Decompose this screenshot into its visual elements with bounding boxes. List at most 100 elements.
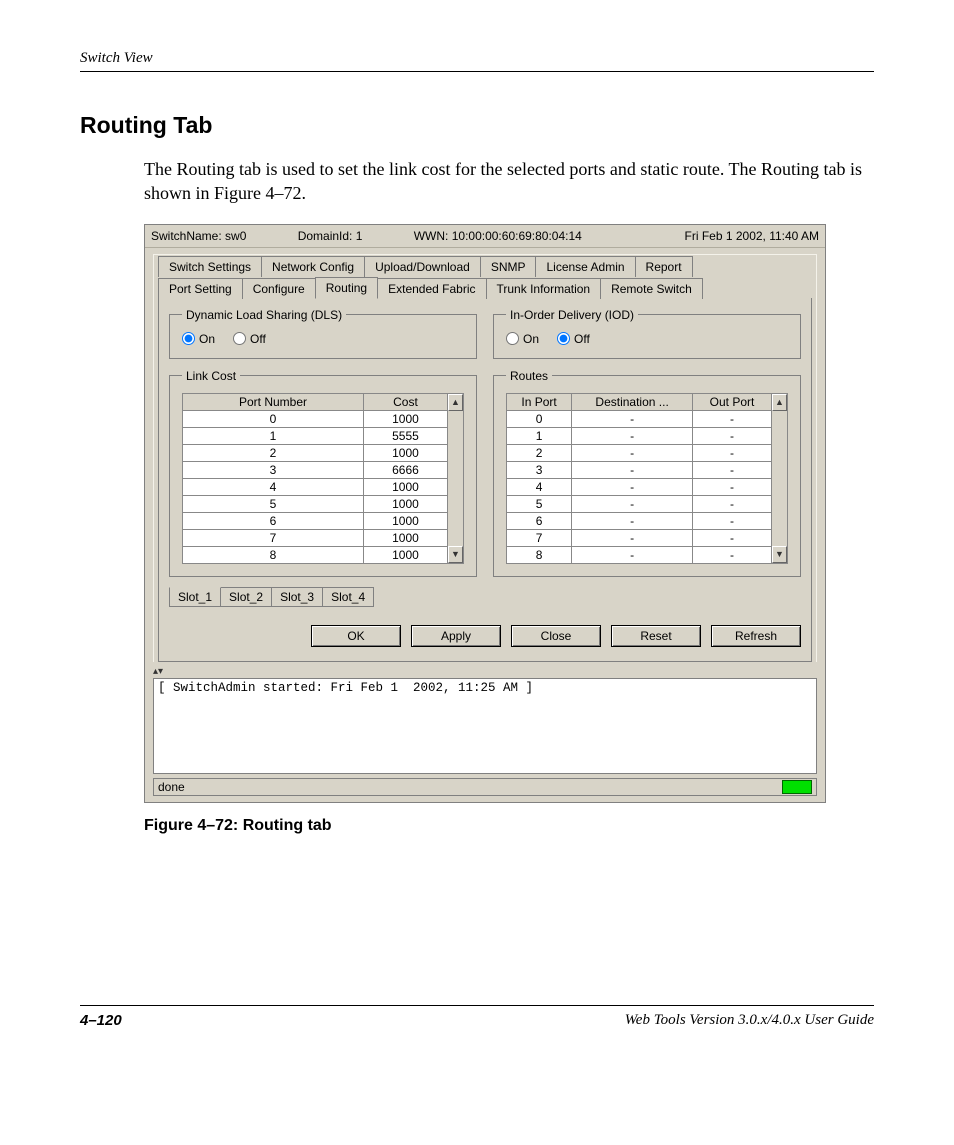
- iod-on-option[interactable]: On: [506, 332, 539, 346]
- cell-cost[interactable]: 6666: [364, 461, 448, 478]
- routes-col-dest[interactable]: Destination ...: [572, 393, 693, 410]
- table-row[interactable]: 0--: [507, 410, 772, 427]
- iod-off-option[interactable]: Off: [557, 332, 590, 346]
- cell-cost[interactable]: 1000: [364, 495, 448, 512]
- cell-port[interactable]: 0: [183, 410, 364, 427]
- tab-switch-settings[interactable]: Switch Settings: [158, 256, 262, 277]
- routes-col-outport[interactable]: Out Port: [693, 393, 772, 410]
- table-row[interactable]: 6--: [507, 512, 772, 529]
- table-row[interactable]: 51000: [183, 495, 448, 512]
- tab-upload-download[interactable]: Upload/Download: [364, 256, 481, 277]
- cell-inport[interactable]: 6: [507, 512, 572, 529]
- table-row[interactable]: 5--: [507, 495, 772, 512]
- table-row[interactable]: 7--: [507, 529, 772, 546]
- table-row[interactable]: 71000: [183, 529, 448, 546]
- dls-off-radio[interactable]: [233, 332, 246, 345]
- slot-tab-4[interactable]: Slot_4: [322, 587, 374, 607]
- cell-outport[interactable]: -: [693, 512, 772, 529]
- tab-trunk-information[interactable]: Trunk Information: [486, 278, 602, 299]
- cell-outport[interactable]: -: [693, 444, 772, 461]
- link-cost-scrollbar[interactable]: ▲ ▼: [448, 393, 464, 564]
- slot-tab-3[interactable]: Slot_3: [271, 587, 323, 607]
- cell-dest[interactable]: -: [572, 427, 693, 444]
- tab-routing[interactable]: Routing: [315, 277, 378, 299]
- tab-report[interactable]: Report: [635, 256, 693, 277]
- routes-col-inport[interactable]: In Port: [507, 393, 572, 410]
- cell-outport[interactable]: -: [693, 427, 772, 444]
- table-row[interactable]: 2--: [507, 444, 772, 461]
- table-row[interactable]: 21000: [183, 444, 448, 461]
- table-row[interactable]: 15555: [183, 427, 448, 444]
- splitter-handle[interactable]: ▴▾: [153, 668, 817, 676]
- table-row[interactable]: 4--: [507, 478, 772, 495]
- cell-cost[interactable]: 1000: [364, 546, 448, 563]
- cell-dest[interactable]: -: [572, 512, 693, 529]
- cell-port[interactable]: 4: [183, 478, 364, 495]
- link-cost-col-port[interactable]: Port Number: [183, 393, 364, 410]
- cell-outport[interactable]: -: [693, 529, 772, 546]
- apply-button[interactable]: Apply: [411, 625, 501, 647]
- cell-inport[interactable]: 5: [507, 495, 572, 512]
- cell-dest[interactable]: -: [572, 529, 693, 546]
- cell-dest[interactable]: -: [572, 495, 693, 512]
- cell-port[interactable]: 8: [183, 546, 364, 563]
- cell-dest[interactable]: -: [572, 410, 693, 427]
- tab-configure[interactable]: Configure: [242, 278, 316, 299]
- tab-extended-fabric[interactable]: Extended Fabric: [377, 278, 486, 299]
- link-cost-table[interactable]: Port Number Cost 01000155552100036666410…: [182, 393, 448, 564]
- cell-cost[interactable]: 1000: [364, 410, 448, 427]
- scroll-down-icon[interactable]: ▼: [772, 546, 787, 563]
- tab-network-config[interactable]: Network Config: [261, 256, 365, 277]
- tab-port-setting[interactable]: Port Setting: [158, 278, 243, 299]
- table-row[interactable]: 61000: [183, 512, 448, 529]
- table-row[interactable]: 8--: [507, 546, 772, 563]
- cell-outport[interactable]: -: [693, 410, 772, 427]
- cell-port[interactable]: 5: [183, 495, 364, 512]
- cell-inport[interactable]: 8: [507, 546, 572, 563]
- table-row[interactable]: 36666: [183, 461, 448, 478]
- table-row[interactable]: 01000: [183, 410, 448, 427]
- cell-dest[interactable]: -: [572, 461, 693, 478]
- cell-cost[interactable]: 1000: [364, 478, 448, 495]
- cell-cost[interactable]: 1000: [364, 444, 448, 461]
- cell-inport[interactable]: 0: [507, 410, 572, 427]
- refresh-button[interactable]: Refresh: [711, 625, 801, 647]
- table-row[interactable]: 81000: [183, 546, 448, 563]
- table-row[interactable]: 1--: [507, 427, 772, 444]
- dls-off-option[interactable]: Off: [233, 332, 266, 346]
- cell-port[interactable]: 3: [183, 461, 364, 478]
- link-cost-col-cost[interactable]: Cost: [364, 393, 448, 410]
- table-row[interactable]: 41000: [183, 478, 448, 495]
- tab-license-admin[interactable]: License Admin: [535, 256, 635, 277]
- cell-cost[interactable]: 1000: [364, 529, 448, 546]
- scroll-up-icon[interactable]: ▲: [772, 394, 787, 411]
- cell-port[interactable]: 2: [183, 444, 364, 461]
- dls-on-option[interactable]: On: [182, 332, 215, 346]
- cell-cost[interactable]: 1000: [364, 512, 448, 529]
- cell-outport[interactable]: -: [693, 495, 772, 512]
- scroll-down-icon[interactable]: ▼: [448, 546, 463, 563]
- tab-snmp[interactable]: SNMP: [480, 256, 537, 277]
- scroll-up-icon[interactable]: ▲: [448, 394, 463, 411]
- cell-port[interactable]: 7: [183, 529, 364, 546]
- cell-inport[interactable]: 4: [507, 478, 572, 495]
- cell-inport[interactable]: 2: [507, 444, 572, 461]
- cell-outport[interactable]: -: [693, 461, 772, 478]
- slot-tab-2[interactable]: Slot_2: [220, 587, 272, 607]
- cell-dest[interactable]: -: [572, 478, 693, 495]
- slot-tab-1[interactable]: Slot_1: [169, 587, 221, 607]
- cell-dest[interactable]: -: [572, 546, 693, 563]
- close-button[interactable]: Close: [511, 625, 601, 647]
- cell-inport[interactable]: 7: [507, 529, 572, 546]
- ok-button[interactable]: OK: [311, 625, 401, 647]
- cell-inport[interactable]: 3: [507, 461, 572, 478]
- cell-dest[interactable]: -: [572, 444, 693, 461]
- tab-remote-switch[interactable]: Remote Switch: [600, 278, 703, 299]
- cell-port[interactable]: 6: [183, 512, 364, 529]
- iod-off-radio[interactable]: [557, 332, 570, 345]
- table-row[interactable]: 3--: [507, 461, 772, 478]
- routes-scrollbar[interactable]: ▲ ▼: [772, 393, 788, 564]
- cell-cost[interactable]: 5555: [364, 427, 448, 444]
- iod-on-radio[interactable]: [506, 332, 519, 345]
- cell-inport[interactable]: 1: [507, 427, 572, 444]
